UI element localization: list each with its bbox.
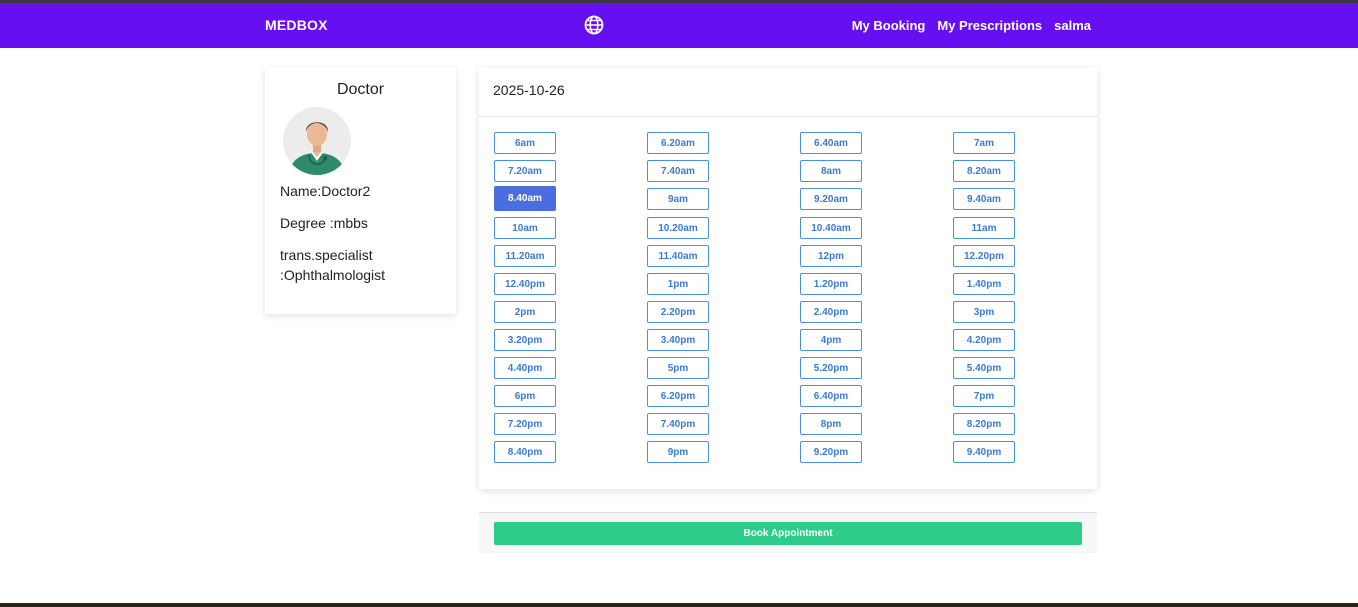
book-appointment-button[interactable]: Book Appointment	[494, 522, 1082, 545]
time-slot-button[interactable]: 10.20am	[647, 217, 709, 239]
navbar: MEDBOX My Booking My Prescriptions salma	[0, 3, 1358, 48]
doctor-card: Doctor Name:Doctor2 Degree :mbbs trans.s…	[265, 68, 456, 314]
time-slot-button[interactable]: 2.40pm	[800, 301, 862, 323]
time-slot-button[interactable]: 7.20pm	[494, 413, 556, 435]
nav-my-prescriptions[interactable]: My Prescriptions	[937, 18, 1042, 33]
time-slot-button[interactable]: 5.40pm	[953, 357, 1015, 379]
time-slot-button[interactable]: 8.20pm	[953, 413, 1015, 435]
time-slot-button[interactable]: 1.40pm	[953, 273, 1015, 295]
doctor-avatar-icon	[280, 107, 355, 175]
time-slot-button[interactable]: 9.40pm	[953, 441, 1015, 463]
time-slot-button[interactable]: 4.40pm	[494, 357, 556, 379]
selected-date: 2025-10-26	[479, 68, 1097, 117]
time-slot-button[interactable]: 9am	[647, 188, 709, 210]
time-slot-button[interactable]: 6.40am	[800, 132, 862, 154]
globe-icon[interactable]	[584, 15, 604, 35]
time-slot-grid: 6am 6.20am 6.40am 7am 7.20am 7.40am 8am 8.20am 8…	[494, 132, 1015, 463]
doctor-card-title: Doctor	[336, 81, 385, 98]
time-slot-button[interactable]: 10.40am	[800, 217, 862, 239]
time-slot-button[interactable]: 7pm	[953, 385, 1015, 407]
doctor-degree: Degree :mbbs	[280, 215, 368, 231]
time-slot-button[interactable]: 8pm	[800, 413, 862, 435]
time-slot-button[interactable]: 7.40am	[647, 160, 709, 182]
time-slot-button[interactable]: 5.20pm	[800, 357, 862, 379]
time-slot-button[interactable]: 8.20am	[953, 160, 1015, 182]
time-slot-button[interactable]: 12pm	[800, 245, 862, 267]
time-slot-button[interactable]: 6.20am	[647, 132, 709, 154]
time-slot-button[interactable]: 1.20pm	[800, 273, 862, 295]
time-slot-button[interactable]: 11.20am	[494, 245, 556, 267]
book-footer: Book Appointment	[479, 512, 1097, 553]
time-slot-button[interactable]: 3.20pm	[494, 329, 556, 351]
brand-logo[interactable]: MEDBOX	[265, 17, 328, 33]
time-slot-button[interactable]: 7.20am	[494, 160, 556, 182]
time-slot-button[interactable]: 11.40am	[647, 245, 709, 267]
time-slot-button[interactable]: 9.40am	[953, 188, 1015, 210]
time-slot-button[interactable]: 9.20pm	[800, 441, 862, 463]
time-slot-button[interactable]: 12.20pm	[953, 245, 1015, 267]
time-slot-button[interactable]: 5pm	[647, 357, 709, 379]
time-slot-button[interactable]: 6.40pm	[800, 385, 862, 407]
doctor-specialist-label: trans.specialist	[280, 247, 373, 263]
time-slot-button[interactable]: 12.40pm	[494, 273, 556, 295]
doctor-specialist-value: :Ophthalmologist	[280, 267, 386, 283]
time-slot-button[interactable]: 6pm	[494, 385, 556, 407]
nav-user-menu[interactable]: salma	[1054, 18, 1091, 33]
time-slot-button[interactable]: 4pm	[800, 329, 862, 351]
time-slot-button[interactable]: 2.20pm	[647, 301, 709, 323]
time-slot-button[interactable]: 7am	[953, 132, 1015, 154]
doctor-name: Name:Doctor2	[280, 183, 371, 199]
time-slot-button[interactable]: 1pm	[647, 273, 709, 295]
time-slot-button[interactable]: 11am	[953, 217, 1015, 239]
time-slot-button[interactable]: 3pm	[953, 301, 1015, 323]
time-slot-button[interactable]: 8.40pm	[494, 441, 556, 463]
time-slot-button[interactable]: 9.20am	[800, 188, 862, 210]
time-slot-button[interactable]: 2pm	[494, 301, 556, 323]
time-slot-button[interactable]: 7.40pm	[647, 413, 709, 435]
time-slot-button[interactable]: 10am	[494, 217, 556, 239]
time-slot-button[interactable]: 3.40pm	[647, 329, 709, 351]
time-slot-button[interactable]: 8am	[800, 160, 862, 182]
window-bottom-border	[0, 603, 1358, 607]
time-slot-button[interactable]: 9pm	[647, 441, 709, 463]
time-slot-button[interactable]: 6.20pm	[647, 385, 709, 407]
time-slot-button[interactable]: 6am	[494, 132, 556, 154]
nav-my-booking[interactable]: My Booking	[852, 18, 926, 33]
time-slot-card: 2025-10-26 6am 6.20am 6.40am 7am 7.20am 7.40a…	[479, 68, 1097, 489]
time-slot-button[interactable]: 4.20pm	[953, 329, 1015, 351]
time-slot-button[interactable]: 8.40am	[494, 186, 556, 211]
nav-links: My Booking My Prescriptions salma	[852, 18, 1091, 33]
